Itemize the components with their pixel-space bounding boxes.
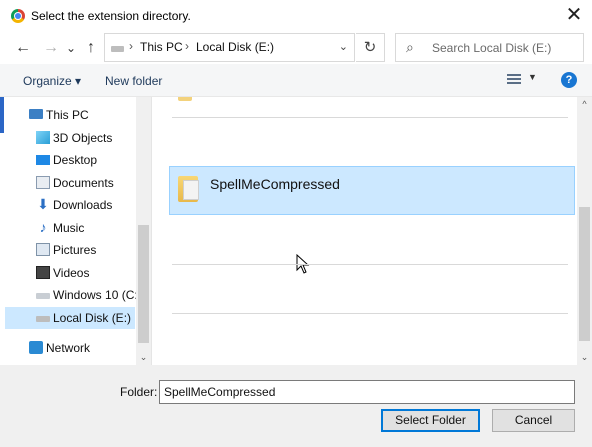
sidebar-item-label: Downloads — [53, 198, 113, 212]
folder-item-selected[interactable]: SpellMeCompressed — [169, 166, 575, 274]
scrollbar-thumb[interactable] — [579, 207, 590, 341]
drive-icon — [111, 46, 124, 52]
sidebar-item-label: Local Disk (E:) — [53, 311, 132, 325]
sidebar-item-label: Music — [53, 221, 85, 235]
up-button[interactable]: ↑ — [82, 38, 100, 58]
file-list: SpellMeCompressed — [151, 97, 577, 365]
close-button[interactable]: ✕ — [562, 4, 586, 28]
network-icon — [29, 341, 43, 354]
sidebar-item-label: This PC — [46, 108, 89, 122]
breadcrumb-separator: › — [185, 39, 189, 53]
folder-field[interactable] — [159, 380, 575, 404]
sidebar-item-label: 3D Objects — [53, 131, 113, 145]
sidebar-item-windows-10[interactable]: Windows 10 (C:) — [5, 284, 142, 306]
music-icon: ♪ — [39, 219, 47, 235]
help-button[interactable]: ? — [561, 72, 577, 88]
scrollbar-thumb[interactable] — [138, 225, 149, 343]
3d-objects-icon — [36, 131, 50, 144]
videos-icon — [36, 266, 50, 279]
back-button[interactable]: ← — [14, 38, 32, 58]
breadcrumb-separator: › — [129, 39, 133, 53]
sidebar-item-label: Desktop — [53, 153, 98, 167]
dialog-footer: Folder: Select Folder Cancel — [0, 365, 592, 447]
breadcrumb-this-pc[interactable]: This PC — [140, 40, 183, 54]
folder-icon — [178, 176, 199, 202]
search-icon: ⌕ — [406, 39, 414, 55]
title-bar: Select the extension directory. ✕ — [0, 0, 592, 32]
scroll-down-arrow[interactable]: ⌄ — [579, 352, 590, 363]
navigation-bar: ← → ⌄ ↑ › This PC › Local Disk (E:) ⌄ ↻ … — [0, 32, 592, 64]
sidebar-item-label: Documents — [53, 176, 114, 190]
window-title: Select the extension directory. — [31, 9, 191, 23]
sidebar-item-local-disk[interactable]: Local Disk (E:) — [5, 307, 135, 329]
drive-icon — [36, 316, 50, 322]
sidebar-item-label: Pictures — [53, 243, 97, 257]
divider — [172, 264, 568, 265]
folder-label: Folder: — [120, 385, 158, 399]
refresh-button[interactable]: ↻ — [356, 33, 385, 62]
address-bar[interactable]: › This PC › Local Disk (E:) ⌄ — [104, 33, 355, 62]
background-accent — [0, 97, 4, 133]
downloads-icon: ⬇ — [37, 196, 49, 212]
navigation-pane: This PC 3D Objects Desktop Documents ⬇ D… — [5, 97, 151, 365]
view-options-icon[interactable] — [507, 74, 521, 86]
folder-input[interactable] — [164, 384, 564, 400]
drive-icon — [36, 293, 50, 299]
navigation-pane-scrollbar[interactable]: ⌄ — [136, 97, 151, 365]
divider — [172, 313, 568, 314]
search-input[interactable] — [432, 39, 577, 57]
pictures-icon — [36, 243, 50, 256]
file-list-scrollbar[interactable]: ^ ⌄ — [577, 97, 592, 365]
sidebar-item-this-pc[interactable]: This PC — [5, 104, 135, 126]
sidebar-item-label: Windows 10 (C:) — [53, 288, 142, 302]
organize-button[interactable]: Organize ▾ — [23, 74, 81, 88]
sidebar-item-desktop[interactable]: Desktop — [5, 149, 135, 171]
chrome-icon — [11, 9, 25, 23]
desktop-icon — [36, 155, 50, 165]
view-dropdown-icon[interactable]: ▼ — [528, 72, 537, 82]
breadcrumb-local-disk[interactable]: Local Disk (E:) — [196, 40, 274, 54]
divider — [172, 117, 568, 118]
address-dropdown-icon[interactable]: ⌄ — [339, 40, 348, 53]
sidebar-item-label: Network — [46, 341, 91, 355]
scroll-up-arrow[interactable]: ^ — [579, 99, 590, 109]
sidebar-item-label: Videos — [53, 266, 90, 280]
command-toolbar: Organize ▾ New folder ▼ ? — [0, 64, 592, 97]
sidebar-item-pictures[interactable]: Pictures — [5, 239, 135, 261]
search-box[interactable]: ⌕ — [395, 33, 584, 62]
recent-locations-button[interactable]: ⌄ — [64, 38, 78, 58]
computer-icon — [29, 109, 43, 119]
forward-button[interactable]: → — [42, 38, 60, 58]
sidebar-item-videos[interactable]: Videos — [5, 262, 135, 284]
sidebar-item-network[interactable]: Network — [5, 337, 135, 359]
sidebar-item-3d-objects[interactable]: 3D Objects — [5, 127, 135, 149]
folder-name: SpellMeCompressed — [210, 176, 340, 192]
new-folder-button[interactable]: New folder — [105, 74, 162, 88]
scroll-down-arrow[interactable]: ⌄ — [138, 352, 149, 363]
sidebar-item-music[interactable]: ♪ Music — [5, 217, 135, 239]
folder-icon — [178, 97, 192, 101]
sidebar-item-downloads[interactable]: ⬇ Downloads — [5, 194, 135, 216]
select-folder-button[interactable]: Select Folder — [381, 409, 480, 432]
cancel-button[interactable]: Cancel — [492, 409, 575, 432]
sidebar-item-documents[interactable]: Documents — [5, 172, 135, 194]
documents-icon — [36, 176, 50, 189]
